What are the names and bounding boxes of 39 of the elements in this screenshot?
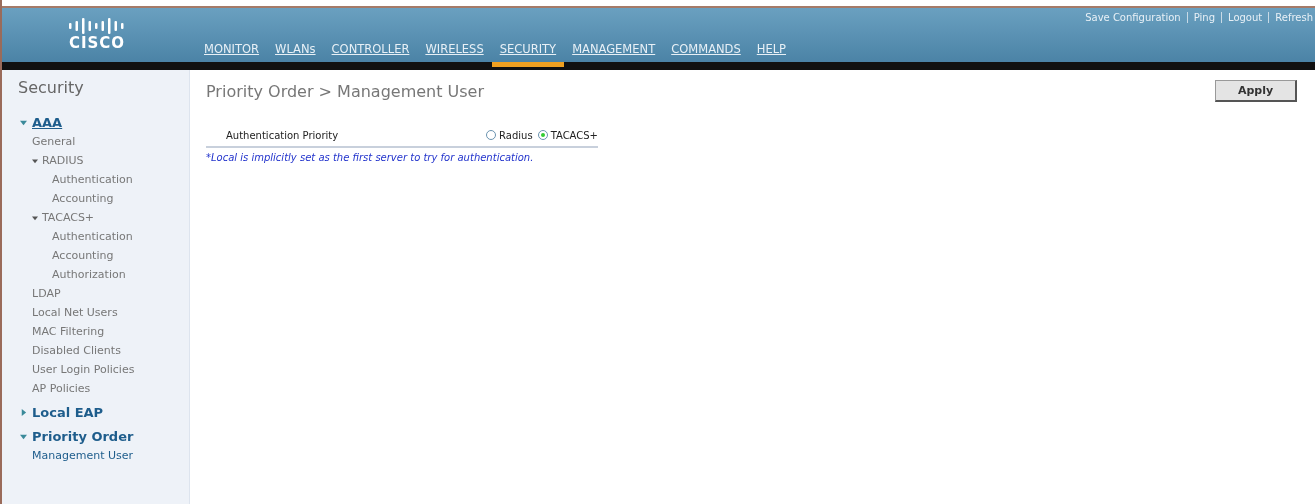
header-link[interactable]: Ping: [1186, 12, 1215, 23]
caret-down-icon: [20, 432, 27, 440]
sidebar-item[interactable]: AP Policies: [20, 379, 189, 398]
header-link[interactable]: Logout: [1221, 12, 1263, 23]
sidebar-item[interactable]: Authorization: [28, 265, 189, 284]
section-label: AAA: [32, 114, 63, 130]
sidebar-item[interactable]: Accounting: [28, 246, 189, 265]
caret-down-icon: [32, 157, 38, 164]
header-link[interactable]: Refresh: [1268, 12, 1313, 23]
section-label: Local EAP: [32, 404, 104, 420]
logo-bars-icon: [68, 18, 126, 34]
sidebar-item[interactable]: LDAP: [20, 284, 189, 303]
sidebar-item[interactable]: RADIUS: [20, 151, 189, 170]
sidebar-item[interactable]: Management User: [20, 446, 189, 465]
sidebar-item[interactable]: Authentication: [28, 227, 189, 246]
sidebar-item[interactable]: TACACS+: [20, 208, 189, 227]
sidebar-item[interactable]: User Login Policies: [20, 360, 189, 379]
section-label: Priority Order: [32, 428, 134, 444]
sidebar-item[interactable]: Authentication: [28, 170, 189, 189]
field-label: Authentication Priority: [226, 129, 339, 141]
sidebar-item[interactable]: General: [20, 132, 189, 151]
apply-button[interactable]: Apply: [1215, 80, 1297, 102]
breadcrumb: Priority Order > Management User: [206, 81, 485, 101]
logo-text: CISCO: [68, 34, 126, 52]
header-link[interactable]: Save Configuration: [1085, 12, 1181, 23]
sidebar-item[interactable]: MAC Filtering: [20, 322, 189, 341]
caret-down-icon: [32, 214, 38, 221]
caret-down-icon: [20, 118, 27, 126]
sidebar-title: Security: [18, 78, 85, 97]
sidebar-item[interactable]: Disabled Clients: [20, 341, 189, 360]
radio-option[interactable]: Radius: [486, 129, 533, 141]
sidebar-section[interactable]: Priority Order: [20, 426, 189, 446]
sidebar-item[interactable]: Accounting: [28, 189, 189, 208]
sidebar-section[interactable]: AAA: [20, 112, 189, 132]
sidebar-section[interactable]: Local EAP: [20, 402, 189, 422]
caret-right-icon: [20, 408, 27, 416]
radio-option[interactable]: TACACS+: [537, 129, 598, 141]
sidebar-item[interactable]: Local Net Users: [20, 303, 189, 322]
note-text: *Local is implicitly set as the first server to try for authentication.: [206, 152, 535, 163]
